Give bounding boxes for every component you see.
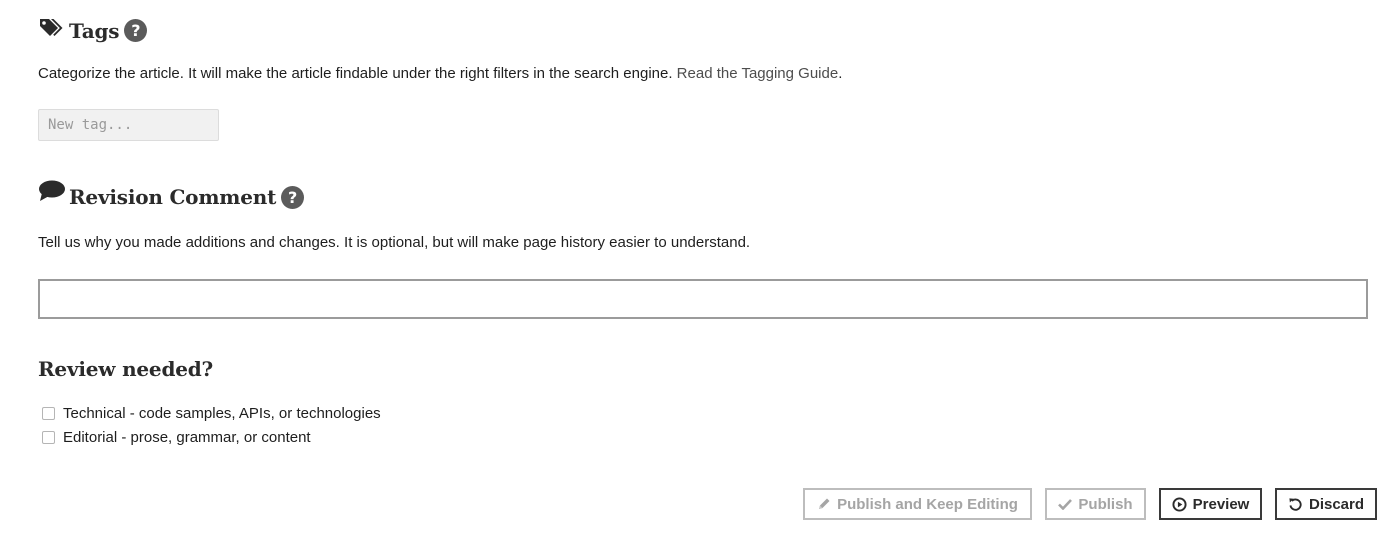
editorial-review-option[interactable]: Editorial - prose, grammar, or content — [42, 429, 311, 446]
publish-button[interactable]: Publish — [1045, 488, 1146, 520]
tags-description-text: Categorize the article. It will make the… — [38, 65, 673, 82]
revision-comment-input[interactable] — [38, 279, 1368, 319]
technical-review-checkbox[interactable] — [42, 407, 55, 420]
pencil-icon — [817, 497, 831, 511]
tagging-guide-link[interactable]: Read the Tagging Guide — [677, 65, 839, 82]
preview-label: Preview — [1192, 495, 1250, 513]
tags-help-icon[interactable]: ? — [124, 19, 148, 42]
editorial-review-checkbox[interactable] — [42, 431, 55, 444]
comment-bubble-icon — [38, 179, 66, 208]
revision-comment-description: Tell us why you made additions and chang… — [38, 234, 751, 251]
discard-button[interactable]: Discard — [1275, 488, 1377, 520]
tags-description-suffix: . — [838, 65, 843, 82]
publish-and-keep-editing-button[interactable]: Publish and Keep Editing — [803, 488, 1032, 520]
revision-comment-title: Revision Comment — [69, 185, 277, 209]
publish-label: Publish — [1078, 495, 1133, 513]
revision-help-icon[interactable]: ? — [281, 185, 305, 209]
review-needed-heading: Review needed? — [38, 357, 213, 381]
tags-title: Tags — [69, 18, 120, 43]
review-needed-title: Review needed? — [38, 357, 214, 381]
tags-description: Categorize the article. It will make the… — [38, 65, 842, 82]
editorial-review-label: Editorial - prose, grammar, or content — [63, 429, 311, 446]
play-circle-icon — [1172, 496, 1187, 512]
preview-button[interactable]: Preview — [1159, 488, 1262, 520]
technical-review-option[interactable]: Technical - code samples, APIs, or techn… — [42, 405, 381, 422]
publish-and-keep-editing-label: Publish and Keep Editing — [837, 495, 1018, 513]
tags-heading: Tags ? — [38, 17, 148, 44]
checkmark-icon — [1058, 498, 1073, 510]
technical-review-label: Technical - code samples, APIs, or techn… — [63, 405, 381, 422]
tags-icon — [38, 17, 64, 44]
new-tag-input[interactable] — [38, 109, 219, 141]
revision-comment-heading: Revision Comment ? — [38, 180, 305, 209]
discard-label: Discard — [1308, 495, 1365, 513]
undo-icon — [1288, 497, 1303, 512]
